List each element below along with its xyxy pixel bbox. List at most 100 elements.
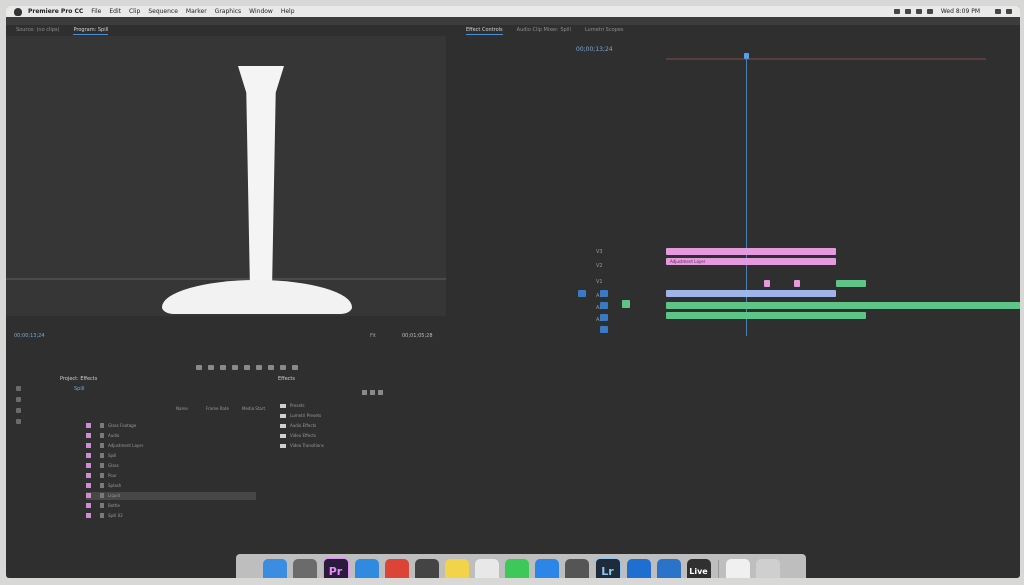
yuv-effects-icon[interactable] (378, 390, 383, 395)
tab-audio-clip-mixer[interactable]: Audio Clip Mixer: Spill (517, 25, 571, 35)
project-panel[interactable]: Project: Effects Spill Name Frame Rate M… (46, 376, 266, 536)
dock-final-cut-icon[interactable] (414, 559, 439, 578)
clip-icon (100, 423, 104, 428)
clip-v2-a[interactable] (764, 280, 770, 287)
project-item[interactable]: Spill (86, 452, 256, 460)
menu-sequence[interactable]: Sequence (148, 6, 178, 17)
timeline-panel[interactable]: 00;00;13;24 V3 V2 V1 A1 A2 A3 Adjustment… (566, 36, 1020, 336)
clip-a2[interactable] (666, 312, 866, 319)
dock-quicktime-icon[interactable] (626, 559, 651, 578)
track-target-a2[interactable] (600, 314, 608, 321)
dock-launchpad-icon[interactable] (292, 559, 317, 578)
accelerated-effects-icon[interactable] (362, 390, 367, 395)
notification-icon[interactable] (1006, 9, 1012, 14)
selection-tool-icon[interactable] (16, 386, 21, 391)
clip-v2-green[interactable] (836, 280, 866, 287)
pen-tool-icon[interactable] (16, 419, 21, 424)
extract-icon[interactable] (280, 364, 286, 370)
menu-graphics[interactable]: Graphics (215, 6, 242, 17)
marker-icon[interactable] (196, 364, 202, 370)
step-back-icon[interactable] (232, 364, 238, 370)
project-item[interactable]: Adjustment Layer (86, 442, 256, 450)
mark-in-icon[interactable] (208, 364, 214, 370)
menu-help[interactable]: Help (281, 6, 295, 17)
clip-icon (100, 453, 104, 458)
dock-time-machine-icon[interactable] (564, 559, 589, 578)
track-label-v2: V2 (596, 263, 603, 269)
dock-documents-icon[interactable] (725, 559, 750, 578)
source-patch-v1[interactable] (578, 290, 586, 297)
tab-effect-controls[interactable]: Effect Controls (466, 25, 503, 35)
column-frame-rate[interactable]: Frame Rate (206, 406, 229, 411)
dock-finder-icon[interactable] (262, 559, 287, 578)
tab-lumetri-scopes[interactable]: Lumetri Scopes (585, 25, 624, 35)
clip-v1[interactable] (666, 290, 836, 297)
clip-icon (100, 473, 104, 478)
play-icon[interactable] (244, 364, 250, 370)
step-forward-icon[interactable] (256, 364, 262, 370)
clip-v3[interactable] (666, 248, 836, 255)
razor-tool-icon[interactable] (16, 408, 21, 413)
project-item[interactable]: Bottle (86, 502, 256, 510)
battery-icon[interactable] (926, 9, 933, 14)
bluetooth-icon[interactable] (904, 9, 911, 14)
menu-edit[interactable]: Edit (109, 6, 121, 17)
dock-trash-icon[interactable] (755, 559, 780, 578)
dock-premiere-icon[interactable]: Pr (322, 558, 349, 578)
dock-lightroom-icon[interactable]: Lr (594, 558, 621, 578)
clip-v2-b[interactable] (794, 280, 800, 287)
project-item[interactable]: Pour (86, 472, 256, 480)
timeline-timecode[interactable]: 00;00;13;24 (576, 46, 613, 53)
menu-clock[interactable]: Wed 8:09 PM (941, 6, 980, 17)
label-swatch (86, 483, 91, 488)
track-sync-toggle[interactable] (622, 300, 630, 308)
dock-messages-icon[interactable] (504, 559, 529, 578)
track-target-a1[interactable] (600, 302, 608, 309)
dock-app-store-icon[interactable] (534, 559, 559, 578)
project-panel-title[interactable]: Project: Effects (60, 376, 97, 382)
track-target-a3[interactable] (600, 326, 608, 333)
dock-ableton-live-icon[interactable]: Live (686, 559, 711, 578)
app-menu[interactable]: Premiere Pro CC (28, 6, 83, 17)
desktop: Premiere Pro CC File Edit Clip Sequence … (6, 6, 1020, 578)
dock-notes-icon[interactable] (444, 559, 469, 578)
ripple-edit-tool-icon[interactable] (16, 397, 21, 402)
menu-clip[interactable]: Clip (129, 6, 140, 17)
project-item[interactable]: Audio (86, 432, 256, 440)
dock-textedit-icon[interactable] (474, 559, 499, 578)
project-item[interactable]: Liquid (86, 492, 256, 500)
export-frame-icon[interactable] (292, 364, 298, 370)
volume-icon[interactable] (915, 9, 922, 14)
playhead-timecode[interactable]: 00;00;13;24 (14, 330, 45, 342)
clip-adjustment-layer[interactable]: Adjustment Layer (666, 258, 836, 265)
menu-window[interactable]: Window (249, 6, 273, 17)
column-name[interactable]: Name (176, 406, 188, 411)
column-media-start[interactable]: Media Start (242, 406, 265, 411)
wifi-icon[interactable] (893, 9, 900, 14)
effects-panel[interactable]: Effects Presets Lumetri Presets Audio Ef… (270, 376, 410, 496)
program-monitor[interactable] (6, 36, 446, 316)
lift-icon[interactable] (268, 364, 274, 370)
mark-out-icon[interactable] (220, 364, 226, 370)
project-item[interactable]: Spill 02 (86, 512, 256, 520)
transport-controls (196, 362, 304, 372)
folder-icon (280, 404, 286, 408)
dock-safari-icon[interactable] (354, 559, 379, 578)
tab-program[interactable]: Program: Spill (73, 25, 109, 35)
dock-chrome-icon[interactable] (384, 559, 409, 578)
tab-source[interactable]: Source: (no clips) (16, 25, 59, 35)
timeline-ruler[interactable] (666, 58, 986, 60)
project-item[interactable]: Splash (86, 482, 256, 490)
menu-marker[interactable]: Marker (186, 6, 207, 17)
effects-panel-title[interactable]: Effects (278, 376, 295, 382)
project-item[interactable]: Glass (86, 462, 256, 470)
search-icon[interactable] (995, 9, 1001, 14)
apple-icon[interactable] (14, 7, 22, 16)
track-target-v1[interactable] (600, 290, 608, 297)
32bit-effects-icon[interactable] (370, 390, 375, 395)
dock-security-icon[interactable] (656, 559, 681, 578)
project-item[interactable]: Glass Footage (86, 422, 256, 430)
zoom-fit-dropdown[interactable]: Fit (370, 330, 376, 342)
clip-a1[interactable] (666, 302, 1020, 309)
menu-file[interactable]: File (91, 6, 101, 17)
